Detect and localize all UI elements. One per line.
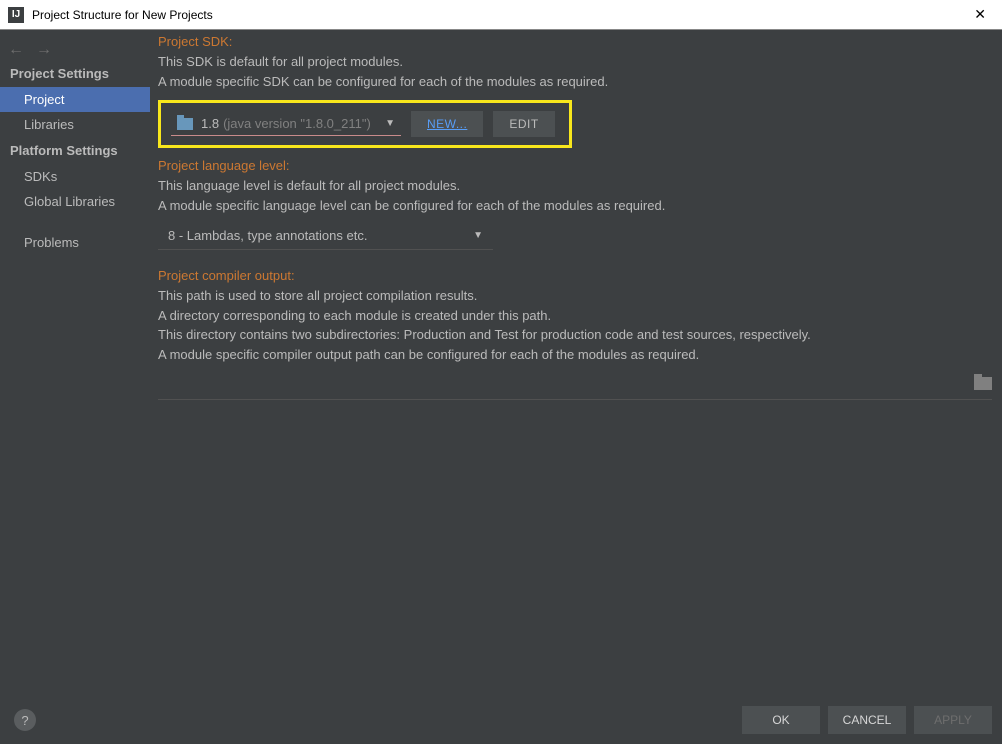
cancel-button[interactable]: CANCEL [828, 706, 906, 734]
sdk-value: 1.8 [201, 116, 219, 131]
main-panel: Project SDK: This SDK is default for all… [158, 34, 992, 694]
lang-desc-2: A module specific language level can be … [158, 197, 992, 215]
close-icon[interactable]: ✕ [966, 6, 994, 23]
output-desc-3: This directory contains two subdirectori… [158, 326, 992, 344]
ok-button[interactable]: OK [742, 706, 820, 734]
folder-icon [974, 377, 992, 390]
sidebar-item-sdks[interactable]: SDKs [0, 164, 150, 189]
chevron-down-icon: ▼ [385, 118, 395, 129]
folder-icon [177, 118, 193, 130]
sidebar: Project Settings Project Libraries Platf… [0, 60, 150, 255]
language-level-value: 8 - Lambdas, type annotations etc. [168, 228, 367, 243]
language-level-dropdown[interactable]: 8 - Lambdas, type annotations etc. ▼ [158, 222, 493, 250]
output-desc-4: A module specific compiler output path c… [158, 346, 992, 364]
sidebar-item-global-libraries[interactable]: Global Libraries [0, 189, 150, 214]
sdk-desc-1: This SDK is default for all project modu… [158, 53, 992, 71]
compiler-output-path-row [158, 373, 992, 400]
apply-button[interactable]: APPLY [914, 706, 992, 734]
output-desc-1: This path is used to store all project c… [158, 287, 992, 305]
sidebar-item-libraries[interactable]: Libraries [0, 112, 150, 137]
back-icon[interactable]: ← [8, 41, 24, 59]
lang-section-title: Project language level: [158, 158, 992, 173]
sidebar-heading-platform-settings: Platform Settings [0, 137, 150, 164]
chevron-down-icon: ▼ [473, 230, 483, 241]
output-section-title: Project compiler output: [158, 268, 992, 283]
sidebar-item-problems[interactable]: Problems [0, 230, 150, 255]
sdk-dropdown[interactable]: 1.8 (java version "1.8.0_211") ▼ [171, 112, 401, 136]
output-desc-2: A directory corresponding to each module… [158, 307, 992, 325]
sdk-desc-2: A module specific SDK can be configured … [158, 73, 992, 91]
window-title: Project Structure for New Projects [32, 8, 966, 22]
lang-desc-1: This language level is default for all p… [158, 177, 992, 195]
help-button[interactable]: ? [14, 709, 36, 731]
titlebar: IJ Project Structure for New Projects ✕ [0, 0, 1002, 30]
nav-arrows: ← → [8, 41, 52, 59]
sidebar-heading-project-settings: Project Settings [0, 60, 150, 87]
forward-icon[interactable]: → [36, 41, 52, 59]
app-icon: IJ [8, 7, 24, 23]
sdk-section-title: Project SDK: [158, 34, 992, 49]
dialog-button-bar: ? OK CANCEL APPLY [0, 706, 992, 734]
browse-folder-button[interactable] [974, 377, 992, 393]
sdk-version: (java version "1.8.0_211") [223, 116, 371, 131]
sidebar-item-project[interactable]: Project [0, 87, 150, 112]
sdk-highlighted-row: 1.8 (java version "1.8.0_211") ▼ NEW... … [158, 100, 572, 148]
edit-sdk-button[interactable]: EDIT [493, 111, 554, 137]
new-sdk-button[interactable]: NEW... [411, 111, 483, 137]
